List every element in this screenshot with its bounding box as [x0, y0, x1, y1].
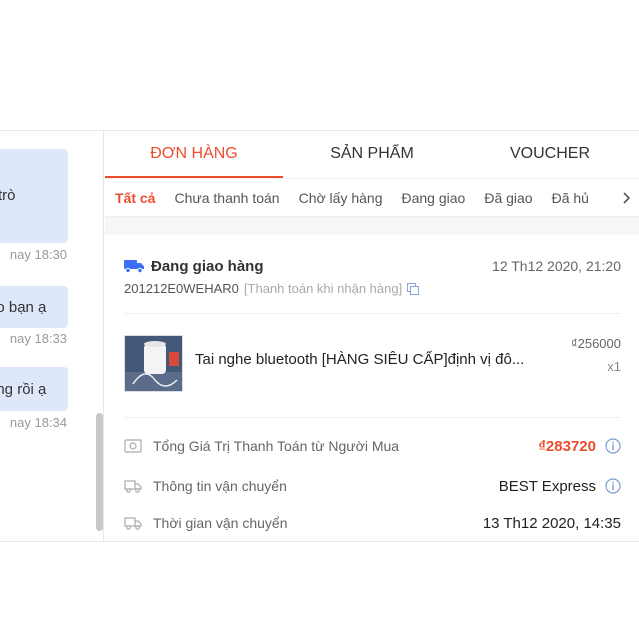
total-label: Tổng Giá Trị Thanh Toán từ Người Mua [153, 438, 400, 454]
subtab-all[interactable]: Tất cả [115, 190, 155, 206]
chat-message-bubble: ao bạn ạ [0, 286, 68, 328]
chat-message-bubble: trò [0, 149, 68, 243]
total-row: Tổng Giá Trị Thanh Toán từ Người Mua ₫28… [124, 435, 621, 457]
chat-scrollbar[interactable] [96, 413, 103, 531]
order-card[interactable]: Đang giao hàng 12 Th12 2020, 21:20 20121… [105, 235, 639, 541]
product-thumbnail [124, 335, 183, 392]
info-icon[interactable] [605, 478, 621, 494]
shipping-carrier: BEST Express [498, 477, 596, 495]
clock-truck-icon [124, 517, 142, 530]
subtab-to-ship[interactable]: Chờ lấy hàng [299, 190, 383, 206]
subtab-delivered[interactable]: Đã giao [484, 190, 532, 206]
app-frame: trò nay 18:30 ao bạn ạ nay 18:33 ang rồi… [0, 130, 639, 542]
divider [124, 417, 621, 418]
chat-message-text: trò [0, 187, 16, 204]
chat-message-time: nay 18:30 [9, 247, 67, 262]
payment-icon [124, 439, 142, 453]
product-item[interactable]: Tai nghe bluetooth [HÀNG SIÊU CẤP]định v… [124, 333, 621, 393]
subtab-shipping[interactable]: Đang giao [402, 190, 466, 206]
subtab-unpaid[interactable]: Chưa thanh toán [174, 190, 279, 206]
order-status-row: Đang giao hàng 12 Th12 2020, 21:20 [124, 255, 621, 277]
order-status: Đang giao hàng [151, 257, 264, 275]
product-name: Tai nghe bluetooth [HÀNG SIÊU CẤP]định v… [195, 351, 525, 368]
chat-panel: trò nay 18:30 ao bạn ạ nay 18:33 ang rồi… [0, 131, 104, 541]
shipping-time-value: 13 Th12 2020, 14:35 [482, 514, 621, 532]
truck-outline-icon [124, 480, 142, 493]
tab-vouchers[interactable]: VOUCHER [461, 131, 639, 178]
chat-message-bubble: ang rồi ạ [0, 367, 68, 411]
chat-message-time: nay 18:33 [9, 331, 67, 346]
tab-products[interactable]: SẢN PHẨM [283, 131, 461, 178]
divider [124, 313, 621, 314]
chat-message-time: nay 18:34 [9, 415, 67, 430]
chevron-right-icon[interactable] [615, 179, 639, 216]
order-id: 201212E0WEHAR0 [124, 281, 239, 296]
shipping-info-row: Thông tin vận chuyển BEST Express [124, 475, 621, 497]
order-id-row: 201212E0WEHAR0 [Thanh toán khi nhận hàng… [124, 281, 420, 296]
order-status-tabs: Tất cả Chưa thanh toán Chờ lấy hàng Đang… [105, 179, 639, 217]
total-value: ₫283720 [538, 437, 596, 455]
shipping-time-label: Thời gian vận chuyển [153, 515, 288, 531]
shipping-time-row: Thời gian vận chuyển 13 Th12 2020, 14:35 [124, 512, 621, 534]
shipping-label: Thông tin vận chuyển [153, 478, 287, 494]
chat-message-text: ang rồi ạ [0, 380, 47, 398]
copy-icon[interactable] [407, 282, 420, 295]
order-panel: ĐƠN HÀNG SẢN PHẨM VOUCHER Tất cả Chưa th… [105, 131, 639, 541]
truck-icon [124, 260, 144, 273]
main-tabs: ĐƠN HÀNG SẢN PHẨM VOUCHER [105, 131, 639, 179]
product-quantity: x1 [607, 359, 621, 374]
order-date: 12 Th12 2020, 21:20 [492, 258, 621, 274]
chat-message-text: ao bạn ạ [0, 298, 47, 316]
info-icon[interactable] [605, 438, 621, 454]
tab-orders[interactable]: ĐƠN HÀNG [105, 131, 283, 178]
payment-method: [Thanh toán khi nhận hàng] [243, 281, 403, 296]
subtab-cancelled[interactable]: Đã hủ [552, 190, 589, 206]
product-price: ₫256000 [570, 336, 621, 351]
